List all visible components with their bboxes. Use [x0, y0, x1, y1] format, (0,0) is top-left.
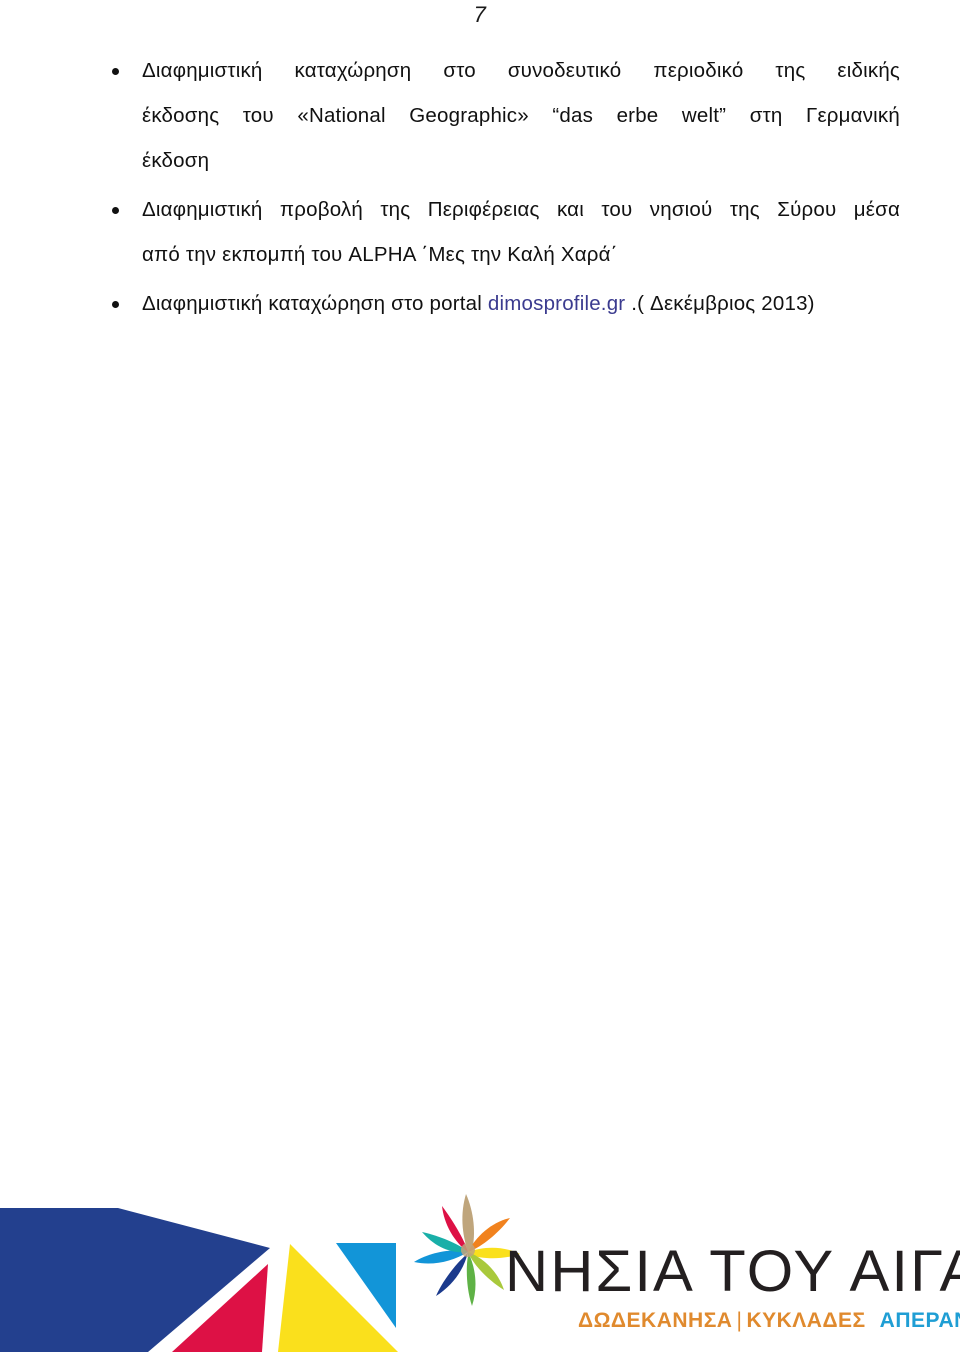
pinwheel-center	[461, 1243, 475, 1257]
page-number: 7	[473, 2, 487, 27]
bullet-list: Διαφημιστική καταχώρηση στο συνοδευτικό …	[100, 48, 900, 326]
bullet-line: Διαφημιστική προβολή της Περιφέρειας και…	[142, 198, 900, 221]
bullet-line: Διαφημιστική καταχώρηση στο portal dimos…	[142, 281, 900, 326]
list-item: Διαφημιστική προβολή της Περιφέρειας και…	[100, 187, 900, 277]
logo-subtitle-dodekanisa: ΔΩΔΕΚΑΝΗΣΑ	[578, 1309, 733, 1332]
logo-subtitle: ΔΩΔΕΚΑΝΗΣΑ|ΚΥΚΛΑΔΕΣ ΑΠΕΡΑΝΤΟ ΓΑΛΑΖΙΟ	[578, 1310, 960, 1331]
logo-subtitle-kyklades: ΚΥΚΛΑΔΕΣ	[746, 1309, 866, 1332]
bullet-line: από την εκπομπή του ALPHA ΄Μες την Καλή …	[142, 243, 618, 266]
page-content: Διαφημιστική καταχώρηση στο συνοδευτικό …	[100, 48, 900, 330]
bullet-line-prefix: Διαφημιστική καταχώρηση στο portal	[142, 292, 488, 315]
logo-subtitle-aperanto-galazio: ΑΠΕΡΑΝΤΟ ΓΑΛΑΖΙΟ	[879, 1309, 960, 1332]
petal-orange	[468, 1218, 510, 1252]
list-item: Διαφημιστική καταχώρηση στο portal dimos…	[100, 281, 900, 326]
list-item: Διαφημιστική καταχώρηση στο συνοδευτικό …	[100, 48, 900, 183]
dimosprofile-link[interactable]: dimosprofile.gr	[488, 292, 625, 315]
document-page: 7 Διαφημιστική καταχώρηση στο συνοδευτικ…	[0, 0, 960, 1352]
bullet-line: έκδοση	[142, 149, 210, 172]
bullet-line: Διαφημιστική καταχώρηση στο συνοδευτικό …	[142, 59, 900, 82]
bullet-line: έκδοσης του «National Geographic» “das e…	[142, 104, 900, 127]
bullet-line-suffix: .( Δεκέμβριος 2013)	[625, 292, 815, 315]
logo-wordmark: ΝΗΣΙΑ ΤΟΥ ΑΙΓΑΙΟΥ	[505, 1239, 960, 1304]
logo-subtitle-separator: |	[736, 1309, 743, 1332]
